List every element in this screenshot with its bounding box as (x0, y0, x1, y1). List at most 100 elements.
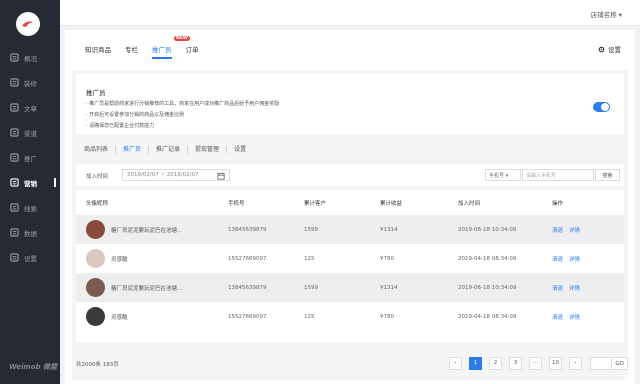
tab-orders[interactable]: 订单 (186, 42, 199, 60)
tab-promoter[interactable]: 推广员 NEW (152, 36, 190, 59)
pagination-bar: 共2000条 183页 ‹ 1 2 3 ··· 10 › GO (76, 352, 628, 376)
cell-customers: 125 (304, 255, 315, 262)
sidebar-item-label: 渠道 (24, 129, 37, 138)
date-range-value: 2019/02/07 ~ 2019/02/07 (127, 172, 199, 178)
cell-earnings: ¥780 (380, 313, 394, 320)
sidebar-item[interactable]: 线索 (0, 195, 60, 220)
sub-tabs: 商品列表 推广员 推广记录 提现管理 设置 (84, 146, 253, 153)
clear-link[interactable]: 清退 (552, 228, 563, 234)
cell-actions: 清退 详情 (552, 284, 624, 292)
sidebar-item[interactable]: 设置 (0, 245, 60, 270)
sidebar-item[interactable]: 数据 (0, 220, 60, 245)
page-button[interactable]: 1 (469, 357, 482, 370)
content-area: 推广员 · 推广员是帮助商家进行分销推荐的工具，商家在用户成功推广商品后给予用户… (72, 70, 628, 380)
next-page-button[interactable]: › (569, 357, 582, 370)
sidebar-item-label: 营销 (24, 179, 37, 188)
table-row: 灵感酷 15527669097 125 ¥780 2019-04-18 08:34:09… (76, 302, 624, 331)
sidebar-item[interactable]: 装修 (0, 70, 60, 95)
sidebar-item[interactable]: 文章 (0, 95, 60, 120)
tab-promoter-label: 推广员 (152, 46, 172, 54)
cell-phone: 13845639879 (228, 284, 267, 291)
phone-search-input[interactable]: 请输入手机号 (522, 169, 594, 181)
pagination: ‹ 1 2 3 ··· 10 › (449, 357, 589, 370)
main-panel: 知识商品 专栏 推广员 NEW 订单 设置 推广员 · 推广员是帮助商家进行分销推… (65, 30, 635, 384)
new-badge: NEW (174, 36, 190, 41)
page-jump-input[interactable]: GO (590, 357, 628, 370)
cell-earnings: ¥780 (380, 255, 394, 262)
subtab-goods-list[interactable]: 商品列表 (84, 146, 117, 153)
cell-nickname: 糖厂员泥泥要玩泥巴在池塘... (76, 220, 228, 239)
table-header: 头像昵称 手机号 累计客户 累计收益 加入时间 操作 (76, 190, 624, 215)
clear-link[interactable]: 清退 (552, 257, 563, 263)
promo-line: · 推广员是帮助商家进行分销推荐的工具，商家在用户成功推广商品后给予用户佣金奖励 (86, 101, 280, 107)
phone-type-select[interactable]: 手机号 ▾ (485, 169, 521, 181)
date-range-picker[interactable]: 2019/02/07 ~ 2019/02/07 (122, 169, 230, 181)
filter-bar: 加入时间 2019/02/07 ~ 2019/02/07 手机号 ▾ 请输入手机… (76, 164, 624, 186)
leads-icon (10, 203, 19, 212)
settings-label: 设置 (608, 46, 621, 54)
top-bar: 店铺名称 ▾ (60, 0, 640, 26)
table-body: 糖厂员泥泥要玩泥巴在池塘... 13845639879 1599 ¥1314 2019-… (76, 215, 624, 331)
prev-page-button[interactable]: ‹ (449, 357, 462, 370)
sidebar-item-label: 推广 (24, 154, 37, 163)
tab-knowledge-goods[interactable]: 知识商品 (85, 42, 111, 60)
detail-link[interactable]: 详情 (569, 286, 580, 292)
go-button[interactable]: GO (615, 361, 624, 367)
clear-link[interactable]: 清退 (552, 286, 563, 292)
sidebar-nav: 概况 装修文章渠道推广营销线索 数据设置 (0, 45, 60, 270)
search-button[interactable]: 搜索 (595, 169, 620, 181)
calendar-icon (217, 172, 225, 180)
cell-customers: 1599 (304, 284, 318, 291)
sidebar: 概况 装修文章渠道推广营销线索 数据设置 Weimob 微盟 (0, 0, 60, 384)
store-name-label: 店铺名称 (590, 11, 617, 19)
promo-line: · 请确保您已配置企业付款能力 (86, 123, 155, 129)
page-button[interactable]: 2 (489, 357, 502, 370)
subtab-settings[interactable]: 设置 (227, 146, 253, 153)
cell-nickname: 灵感酷 (76, 249, 228, 268)
sidebar-item[interactable]: 渠道 (0, 120, 60, 145)
page-button[interactable]: 3 (509, 357, 522, 370)
sidebar-item[interactable]: 推广 (0, 145, 60, 170)
nickname: 灵感酷 (111, 256, 128, 263)
app-logo[interactable] (16, 12, 40, 36)
detail-link[interactable]: 详情 (569, 257, 580, 263)
detail-link[interactable]: 详情 (569, 228, 580, 234)
sidebar-item[interactable]: 营销 (0, 170, 60, 195)
table-row: 糖厂员泥泥要玩泥巴在池塘... 13845639879 1599 ¥1314 2019-… (76, 273, 624, 302)
subtab-promoter[interactable]: 推广员 (116, 146, 150, 153)
gear-icon (10, 253, 19, 262)
cell-nickname: 糖厂员泥泥要玩泥巴在池塘... (76, 278, 228, 297)
nickname: 糖厂员泥泥要玩泥巴在池塘... (111, 227, 183, 234)
store-name-dropdown[interactable]: 店铺名称 ▾ (591, 9, 622, 19)
marketing-icon (10, 178, 19, 187)
sidebar-item-label: 设置 (24, 254, 37, 263)
cell-nickname: 灵感酷 (76, 307, 228, 326)
article-icon (10, 103, 19, 112)
tab-column[interactable]: 专栏 (125, 42, 138, 60)
nickname: 糖厂员泥泥要玩泥巴在池塘... (111, 285, 183, 292)
dashboard-icon (10, 53, 19, 62)
subtab-withdraw[interactable]: 提现管理 (188, 146, 228, 153)
promoter-enable-toggle[interactable] (593, 102, 610, 112)
cell-earnings: ¥1314 (380, 284, 398, 291)
cell-customers: 1599 (304, 226, 318, 233)
settings-button[interactable]: 设置 (598, 44, 621, 54)
promoter-info-card: 推广员 · 推广员是帮助商家进行分销推荐的工具，商家在用户成功推广商品后给予用户… (76, 74, 624, 134)
subtab-promotion-records[interactable]: 推广记录 (149, 146, 189, 153)
page-button[interactable]: 10 (549, 357, 562, 370)
brush-icon (10, 78, 19, 87)
total-count: 共2000条 183页 (76, 362, 119, 368)
col-avatar-nickname: 头像昵称 (86, 200, 109, 207)
sidebar-item-label: 文章 (24, 104, 37, 113)
detail-link[interactable]: 详情 (569, 315, 580, 321)
chevron-down-icon: ▾ (618, 11, 622, 19)
cell-customers: 125 (304, 313, 315, 320)
sidebar-item[interactable]: 概况 (0, 45, 60, 70)
brand-logo: Weimob 微盟 (9, 363, 57, 371)
promo-line: · 开启后可设置参加分销的商品以及佣金比例 (86, 112, 185, 118)
clear-link[interactable]: 清退 (552, 315, 563, 321)
main-tabs: 知识商品 专栏 推广员 NEW 订单 (85, 36, 213, 60)
cell-join-time: 2019-06-18 10:34:09 (458, 226, 517, 233)
col-join-time: 加入时间 (458, 200, 481, 207)
cell-actions: 清退 详情 (552, 313, 624, 321)
